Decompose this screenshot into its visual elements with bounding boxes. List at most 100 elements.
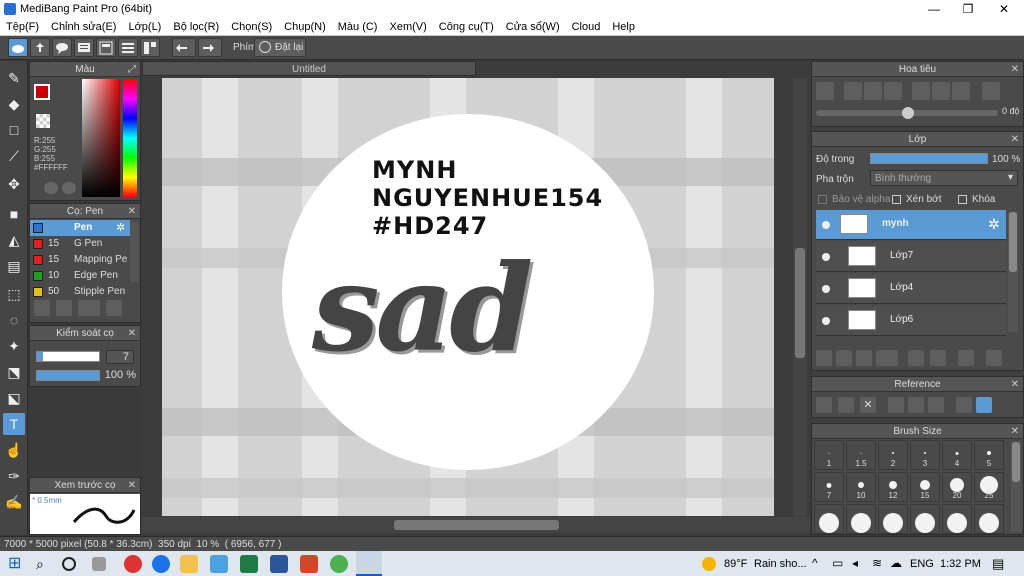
brush-list-item[interactable]: Pen ✲ — [30, 220, 130, 236]
redo-icon[interactable] — [198, 38, 222, 57]
zoom-in-icon[interactable] — [844, 82, 862, 100]
menu-view[interactable]: Xem(V) — [383, 18, 432, 36]
excel-icon[interactable] — [240, 555, 258, 573]
eye-icon[interactable] — [822, 253, 830, 261]
duplicate-layer-icon[interactable] — [930, 350, 946, 366]
panel-icon[interactable] — [96, 38, 116, 57]
select-tool-icon[interactable]: ⬚ — [3, 283, 25, 305]
move-tool-icon[interactable]: ✥ — [3, 173, 25, 195]
canvas-vertical-scrollbar[interactable] — [793, 78, 807, 516]
brush-size-cell[interactable] — [942, 504, 972, 534]
rotate-left-icon[interactable] — [912, 82, 930, 100]
gear-icon[interactable]: ✲ — [988, 216, 1000, 233]
cloud-icon[interactable] — [816, 397, 832, 413]
app-icon-1[interactable] — [124, 555, 142, 573]
new-halftone-layer-icon[interactable] — [836, 350, 852, 366]
brush-size-cell[interactable]: 20 — [942, 472, 972, 502]
eyedropper-icon[interactable] — [956, 397, 972, 413]
blend-mode-select[interactable]: Bình thường ▾ — [870, 170, 1018, 186]
brush-size-cell[interactable] — [878, 504, 908, 534]
menu-select[interactable]: Chọn(S) — [225, 18, 278, 36]
bucket-tool-icon[interactable]: ◭ — [3, 229, 25, 251]
layer-row[interactable]: Lớp6 — [816, 306, 1006, 336]
volume-icon[interactable]: ◂ — [852, 556, 858, 570]
panel-options-icon[interactable]: ⤢ — [128, 62, 136, 77]
brush-size-cell[interactable] — [974, 504, 1004, 534]
menu-edit[interactable]: Chỉnh sửa(E) — [45, 18, 122, 36]
menu-help[interactable]: Help — [606, 18, 641, 36]
select-pen-icon[interactable]: ⬔ — [3, 361, 25, 383]
layer-row[interactable]: Lớp4 — [816, 274, 1006, 304]
gradient-tool-icon[interactable]: ▤ — [3, 255, 25, 277]
brush-size-cell[interactable]: 2 — [878, 440, 908, 470]
new-brush-icon[interactable] — [56, 300, 72, 316]
eraser-tool-icon[interactable]: ◆ — [3, 93, 25, 115]
file-explorer-icon[interactable] — [180, 555, 198, 573]
undo-icon[interactable] — [172, 38, 196, 57]
input-language[interactable]: ENG — [910, 558, 934, 570]
fill-rect-tool-icon[interactable]: ■ — [3, 203, 25, 225]
rotation-slider[interactable] — [816, 107, 998, 119]
brush-size-cell[interactable]: 4 — [942, 440, 972, 470]
brush-tool-icon[interactable]: ✎ — [3, 67, 25, 89]
cloud-icon[interactable] — [8, 38, 28, 57]
new-layer-icon[interactable] — [816, 350, 832, 366]
lasso-tool-icon[interactable]: ◌ — [3, 309, 25, 331]
brush-size-cell[interactable]: 5 — [974, 440, 1004, 470]
open-folder-icon[interactable] — [838, 397, 854, 413]
upload-icon[interactable] — [30, 38, 50, 57]
zoom-in-icon[interactable] — [888, 397, 904, 413]
edge-icon[interactable] — [152, 555, 170, 573]
brush-size-slider[interactable] — [36, 351, 100, 362]
panel-close-icon[interactable]: ✕ — [128, 326, 136, 341]
brush-size-cell[interactable]: 15 — [910, 472, 940, 502]
brush-size-value[interactable]: 7 — [106, 350, 134, 364]
clock[interactable]: 1:32 PM — [940, 558, 981, 570]
trash-icon[interactable] — [986, 350, 1002, 366]
lock-checkbox[interactable] — [958, 195, 967, 204]
gear-icon[interactable]: ✲ — [116, 221, 125, 234]
menu-cloud[interactable]: Cloud — [566, 18, 607, 36]
fit-icon[interactable] — [908, 397, 924, 413]
operation-tool-icon[interactable]: ☝ — [3, 439, 25, 461]
task-view-icon[interactable] — [92, 557, 106, 571]
hue-slider[interactable] — [123, 79, 137, 197]
brush-list-item[interactable]: 15 G Pen — [30, 236, 130, 252]
palette-options-icon[interactable] — [62, 182, 76, 194]
minimize-button[interactable]: — — [916, 0, 952, 18]
folder-icon[interactable] — [908, 350, 924, 366]
cloud-brush-icon[interactable] — [34, 300, 50, 316]
canvas-horizontal-scrollbar[interactable] — [142, 517, 810, 533]
menu-layer[interactable]: Lớp(L) — [122, 18, 167, 36]
flip-icon[interactable] — [982, 82, 1000, 100]
cloud-sync-icon[interactable]: ☁ — [890, 556, 902, 570]
new-8bit-layer-icon[interactable] — [856, 350, 872, 366]
battery-icon[interactable]: ▭ — [832, 556, 843, 570]
panel-close-icon[interactable]: ✕ — [128, 478, 136, 493]
eye-icon[interactable] — [822, 317, 830, 325]
panel-close-icon[interactable]: ✕ — [128, 204, 136, 219]
cortana-icon[interactable] — [62, 557, 76, 571]
layer-scrollbar[interactable] — [1008, 212, 1018, 332]
dropper-tool-icon[interactable]: ✑ — [3, 465, 25, 487]
layer-opacity-slider[interactable] — [870, 153, 988, 164]
powerpoint-icon[interactable] — [300, 555, 318, 573]
text-box-icon[interactable] — [74, 38, 94, 57]
brush-list-item[interactable]: 15 Mapping Pe — [30, 252, 130, 268]
drawing-canvas[interactable]: MYNH NGUYENHUE154 #HD247 sad — [162, 78, 774, 516]
merge-layer-icon[interactable] — [958, 350, 974, 366]
menu-tools[interactable]: Công cụ(T) — [433, 18, 500, 36]
brush-size-cell[interactable] — [814, 504, 844, 534]
layout-icon[interactable] — [140, 38, 160, 57]
medibang-taskbar-icon[interactable] — [356, 551, 382, 576]
brush-size-scrollbar[interactable] — [1011, 442, 1021, 532]
transparent-swatch[interactable] — [36, 114, 50, 128]
foreground-color-swatch[interactable] — [34, 84, 50, 100]
brush-list-item[interactable]: 50 Stipple Pen — [30, 284, 130, 300]
list-icon[interactable] — [118, 38, 138, 57]
windows-start-icon[interactable]: ⊞ — [8, 555, 26, 573]
clipping-checkbox[interactable] — [892, 195, 901, 204]
panel-close-icon[interactable]: ✕ — [1011, 377, 1019, 392]
panel-close-icon[interactable]: ✕ — [1011, 424, 1019, 439]
menu-filter[interactable]: Bộ lọc(R) — [167, 18, 225, 36]
